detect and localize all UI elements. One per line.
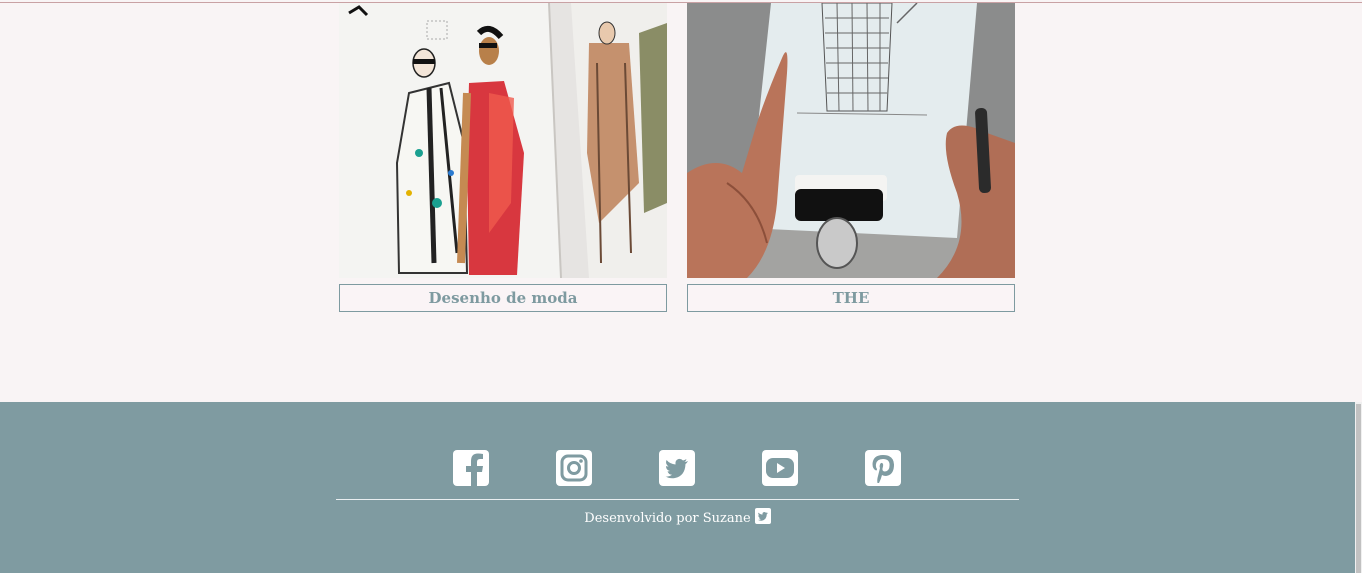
twitter-icon[interactable] [659,450,695,486]
gallery: Desenho de moda THE [339,3,1015,315]
footer: Desenvolvido por Suzane [0,402,1355,573]
credit-text: Desenvolvido por Suzane [584,511,751,526]
footer-divider [336,499,1019,500]
scrollbar-thumb[interactable] [1356,404,1361,573]
pinterest-icon[interactable] [865,450,901,486]
scrollbar[interactable] [1355,402,1362,573]
twitter-icon[interactable] [754,508,771,524]
social-links [0,450,1355,488]
architecture-sketch-image[interactable] [687,3,1015,278]
instagram-icon[interactable] [556,450,592,486]
gallery-card-the[interactable]: THE [687,3,1015,312]
footer-credit: Desenvolvido por Suzane [0,508,1355,528]
fashion-sketches-image[interactable] [339,3,667,278]
gallery-card-fashion[interactable]: Desenho de moda [339,3,667,312]
facebook-icon[interactable] [453,450,489,486]
gallery-card-caption[interactable]: THE [687,284,1015,312]
gallery-card-caption[interactable]: Desenho de moda [339,284,667,312]
youtube-icon[interactable] [762,450,798,486]
